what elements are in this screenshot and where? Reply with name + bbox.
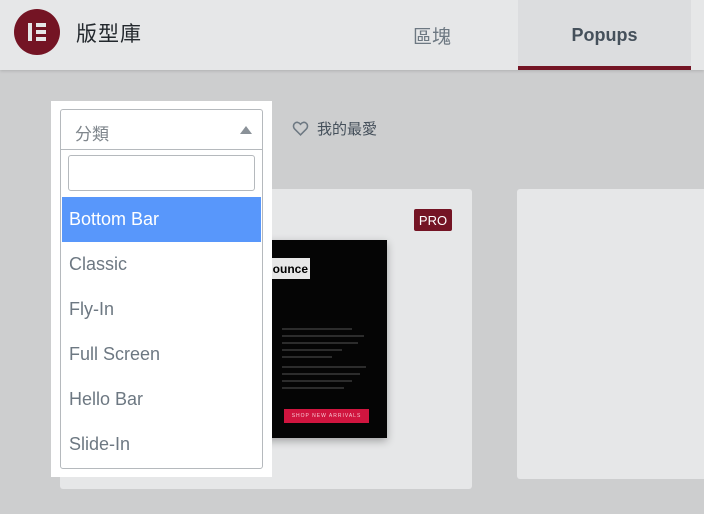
heart-icon: [292, 121, 309, 136]
tab-blocks[interactable]: 區塊: [347, 0, 517, 70]
option-bottom-bar[interactable]: Bottom Bar: [62, 197, 261, 242]
preview-cta-button: SHOP NEW ARRIVALS: [284, 409, 369, 423]
option-full-screen[interactable]: Full Screen: [62, 332, 261, 377]
template-preview-image[interactable]: ounce SHOP NEW ARRIVALS: [262, 240, 387, 438]
option-classic[interactable]: Classic: [62, 242, 261, 287]
active-tab-indicator: [518, 66, 691, 70]
app-header: 版型庫 區塊 Popups: [0, 0, 704, 70]
pro-badge: PRO: [414, 209, 452, 231]
option-slide-in[interactable]: Slide-In: [62, 422, 261, 467]
library-title: 版型庫: [76, 23, 142, 46]
category-placeholder: 分類: [75, 125, 109, 144]
option-fly-in[interactable]: Fly-In: [62, 287, 261, 332]
favorites-label: 我的最愛: [317, 121, 378, 138]
category-search-input[interactable]: [68, 155, 255, 191]
template-card[interactable]: [517, 189, 704, 479]
caret-up-icon: [240, 126, 252, 134]
category-select[interactable]: 分類: [60, 109, 263, 149]
elementor-logo-icon: [14, 9, 60, 55]
tab-popups[interactable]: Popups: [518, 0, 691, 70]
option-hello-bar[interactable]: Hello Bar: [62, 377, 261, 422]
tab-popups-label: Popups: [571, 24, 638, 45]
favorites-filter[interactable]: 我的最愛: [292, 118, 377, 139]
